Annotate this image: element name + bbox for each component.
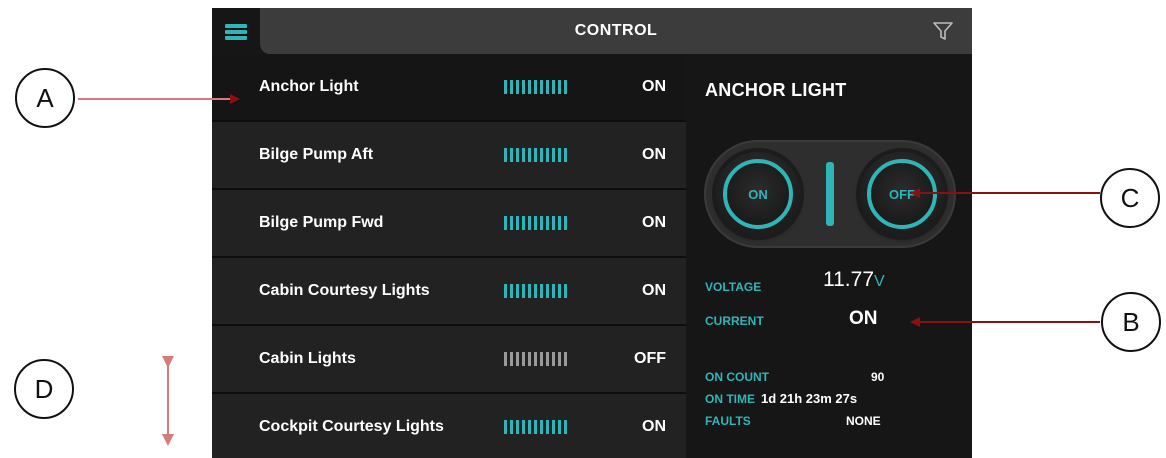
- header-bar: CONTROL: [260, 8, 972, 54]
- list-item-label: Bilge Pump Aft: [259, 146, 374, 163]
- callout-b: B: [1101, 292, 1161, 352]
- on-off-toggle: ON OFF: [704, 140, 956, 248]
- channel-list: Anchor Light ON Bilge Pump Aft ON Bilge …: [212, 54, 686, 458]
- on-time-label: ON TIME: [705, 392, 755, 406]
- voltage-value: 11.77V: [823, 268, 885, 292]
- list-item-label: Anchor Light: [259, 78, 359, 95]
- faults-label: FAULTS: [705, 414, 751, 428]
- signal-meter: [504, 216, 567, 230]
- list-item-cabin-courtesy-lights[interactable]: Cabin Courtesy Lights ON: [212, 258, 686, 326]
- voltage-unit: V: [874, 273, 885, 290]
- list-item-bilge-pump-aft[interactable]: Bilge Pump Aft ON: [212, 122, 686, 190]
- list-item-state: ON: [642, 78, 666, 95]
- list-item-bilge-pump-fwd[interactable]: Bilge Pump Fwd ON: [212, 190, 686, 258]
- filter-funnel-icon[interactable]: [932, 20, 954, 42]
- on-button-label: ON: [748, 186, 768, 202]
- callout-d: D: [14, 359, 74, 419]
- on-time-value: 1d 21h 23m 27s: [761, 391, 858, 406]
- signal-meter: [504, 420, 567, 434]
- toggle-divider: [826, 162, 834, 226]
- callout-a: A: [15, 68, 75, 128]
- list-item-state: ON: [642, 418, 666, 435]
- current-value: ON: [849, 308, 878, 329]
- list-item-cabin-lights[interactable]: Cabin Lights OFF: [212, 326, 686, 394]
- detail-panel: ANCHOR LIGHT ON OFF VOLTAGE 11.77V CURRE…: [686, 54, 972, 458]
- list-item-label: Bilge Pump Fwd: [259, 214, 384, 231]
- voltage-label: VOLTAGE: [705, 280, 762, 294]
- on-count-label: ON COUNT: [705, 370, 769, 384]
- list-item-anchor-light[interactable]: Anchor Light ON: [212, 54, 686, 122]
- page-title: CONTROL: [574, 22, 658, 39]
- list-item-cockpit-courtesy-lights[interactable]: Cockpit Courtesy Lights ON: [212, 394, 686, 458]
- app-window: CONTROL Anchor Light ON Bilge Pump Aft O…: [212, 8, 972, 458]
- signal-meter: [504, 352, 567, 366]
- list-item-label: Cabin Courtesy Lights: [259, 282, 430, 299]
- signal-meter: [504, 284, 567, 298]
- signal-meter: [504, 148, 567, 162]
- current-label: CURRENT: [705, 314, 764, 328]
- list-item-label: Cockpit Courtesy Lights: [259, 418, 444, 435]
- list-item-state: OFF: [634, 350, 666, 367]
- off-button[interactable]: OFF: [860, 152, 944, 236]
- list-item-state: ON: [642, 282, 666, 299]
- menu-button[interactable]: [212, 8, 260, 56]
- list-item-label: Cabin Lights: [259, 350, 356, 367]
- detail-title: ANCHOR LIGHT: [705, 80, 847, 100]
- voltage-number: 11.77: [823, 268, 874, 291]
- faults-value: NONE: [846, 414, 881, 428]
- list-item-state: ON: [642, 146, 666, 163]
- off-button-label: OFF: [889, 186, 915, 202]
- on-button[interactable]: ON: [716, 152, 800, 236]
- hamburger-menu-icon: [225, 22, 247, 42]
- signal-meter: [504, 80, 567, 94]
- callout-c: C: [1100, 168, 1160, 228]
- list-item-state: ON: [642, 214, 666, 231]
- on-count-value: 90: [871, 370, 885, 384]
